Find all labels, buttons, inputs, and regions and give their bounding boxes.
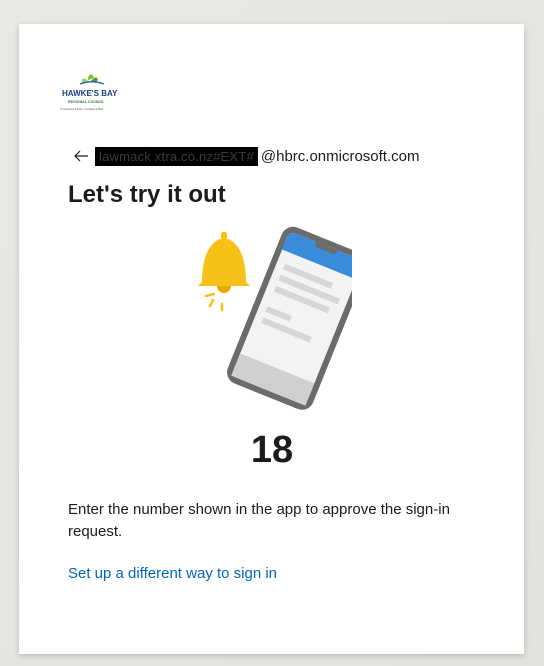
alternate-sign-in-link[interactable]: Set up a different way to sign in xyxy=(68,565,277,582)
logo-leaf-icon xyxy=(79,74,105,85)
instruction-text: Enter the number shown in the app to app… xyxy=(68,501,450,540)
page-title: Let's try it out xyxy=(68,181,226,208)
phone-icon xyxy=(227,226,352,410)
redacted-username: lawmack xtra.co.nz#EXT# xyxy=(95,146,258,166)
approval-number: 18 xyxy=(250,429,294,471)
account-identity: lawmack xtra.co.nz#EXT# @hbrc.onmicrosof… xyxy=(73,146,419,166)
account-domain: @hbrc.onmicrosoft.com xyxy=(260,147,420,165)
logo-line2: REGIONAL COUNCIL xyxy=(68,100,105,104)
authenticator-illustration xyxy=(198,226,352,410)
logo-line1: HAWKE'S BAY xyxy=(62,89,118,98)
logo-line3: Te Kaunihera ā-Rohe o Te Matau-a-Māui xyxy=(60,108,104,111)
hawkes-bay-logo: HAWKE'S BAY REGIONAL COUNCIL Te Kauniher… xyxy=(60,74,118,111)
bell-icon xyxy=(198,232,250,312)
left-arrow-icon[interactable] xyxy=(73,148,89,164)
